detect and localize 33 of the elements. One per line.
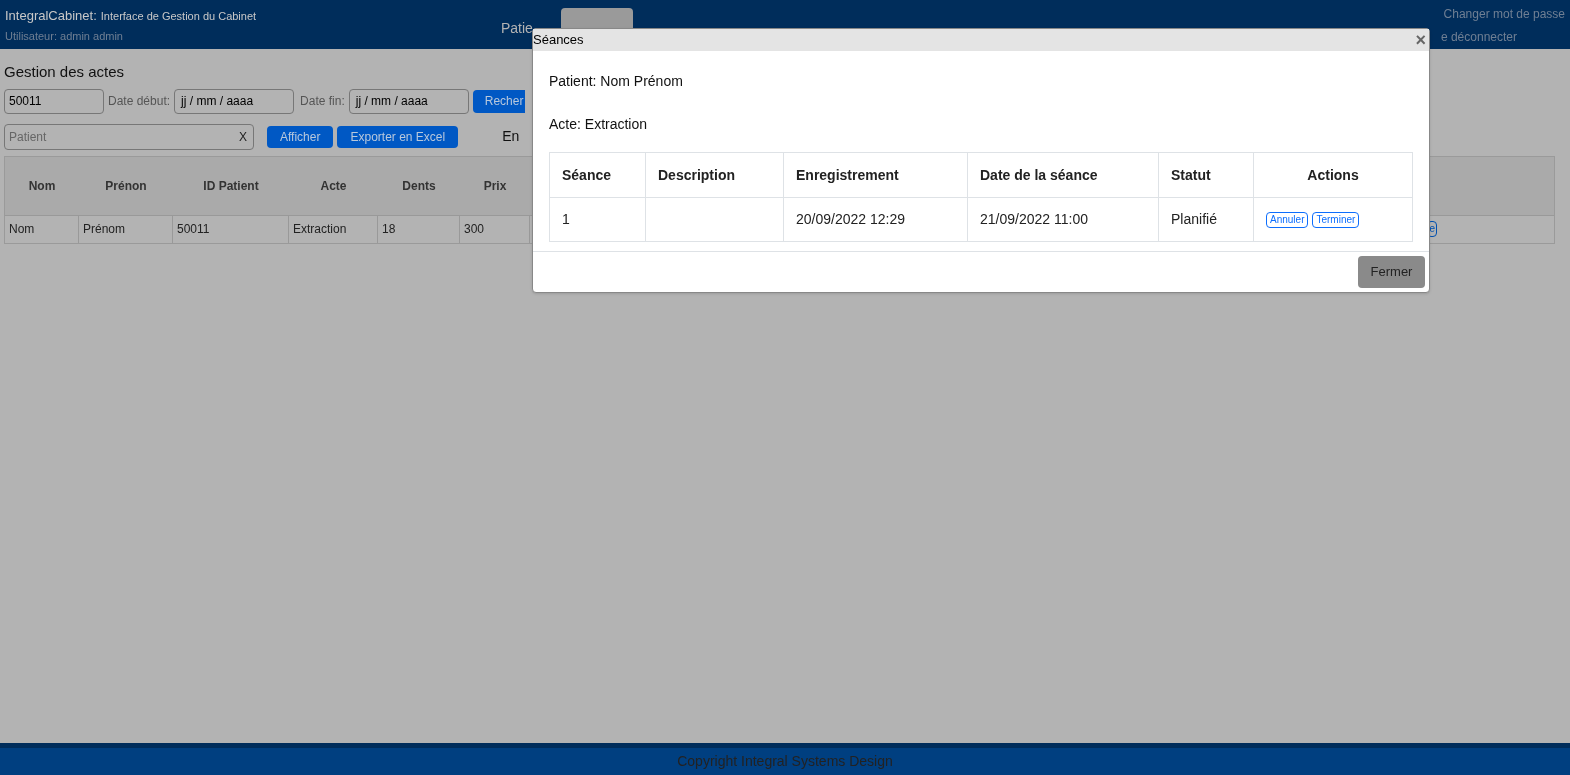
table-cell: Planifié bbox=[1159, 198, 1254, 241]
table-cell: 300 bbox=[460, 215, 530, 243]
start-date-label: Date début: bbox=[108, 93, 171, 110]
table-cell: 18 bbox=[378, 215, 460, 243]
copyright-text: Copyright Integral Systems Design bbox=[677, 752, 893, 771]
dialog-title: Séances bbox=[533, 31, 584, 50]
table-cell: Nom bbox=[5, 215, 79, 243]
end-date-label: Date fin: bbox=[300, 93, 345, 110]
column-header: Prénon bbox=[104, 177, 148, 195]
table-cell: Prénom bbox=[79, 215, 173, 243]
app-subtitle: Interface de Gestion du Cabinet bbox=[100, 9, 257, 24]
column-header: Dents bbox=[401, 177, 437, 195]
table-cell: Extraction bbox=[289, 215, 378, 243]
column-header: Actions bbox=[1306, 165, 1360, 185]
app-name: IntegralCabinet: bbox=[5, 7, 97, 25]
act-label: Acte: Extraction bbox=[549, 115, 649, 134]
column-header: Acte bbox=[319, 177, 348, 195]
page-title: Gestion des actes bbox=[4, 62, 125, 82]
table-cell: 20/09/2022 12:29 bbox=[784, 198, 968, 241]
table-cell: 50011 bbox=[173, 215, 289, 243]
column-header: Date de la séance bbox=[968, 153, 1159, 197]
status-text: En bbox=[502, 127, 520, 146]
column-header: Statut bbox=[1159, 153, 1254, 197]
column-header: Séance bbox=[550, 153, 646, 197]
table-cell: 21/09/2022 11:00 bbox=[968, 198, 1159, 241]
column-header: Nom bbox=[27, 177, 57, 195]
column-header: Description bbox=[646, 153, 784, 197]
column-header: Enregistrement bbox=[784, 153, 968, 197]
user-label: Utilisateur: admin admin bbox=[5, 28, 124, 44]
column-header: ID Patient bbox=[202, 177, 260, 195]
table-cell: 1 bbox=[550, 198, 646, 241]
column-header: Prix bbox=[482, 177, 508, 195]
patient-label: Patient: Nom Prénom bbox=[549, 72, 684, 91]
